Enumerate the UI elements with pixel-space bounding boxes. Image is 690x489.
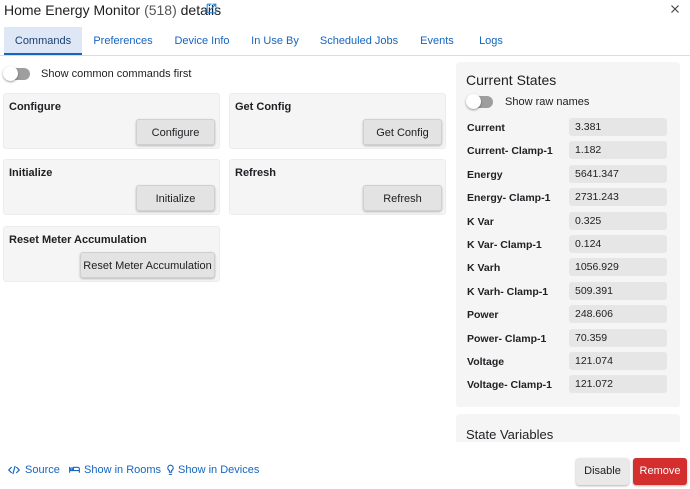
lightbulb-icon [167, 464, 174, 475]
tab-preferences[interactable]: Preferences [86, 27, 160, 55]
tab-logs[interactable]: Logs [470, 27, 512, 55]
close-icon[interactable] [668, 2, 682, 16]
state-value: 509.391 [569, 282, 667, 300]
show-in-rooms-link[interactable]: Show in Rooms [68, 463, 161, 477]
state-label: Power [467, 309, 499, 321]
state-label: Voltage [467, 356, 505, 368]
source-label: Source [25, 464, 60, 476]
tab-commands[interactable]: Commands [4, 27, 82, 55]
state-label: Current- Clamp-1 [467, 145, 553, 157]
show-in-devices-link[interactable]: Show in Devices [164, 463, 259, 477]
state-label: Power- Clamp-1 [467, 333, 547, 345]
tab-scheduled-jobs[interactable]: Scheduled Jobs [314, 27, 404, 55]
command-card-configure: Configure Configure [3, 93, 220, 149]
show-in-devices-label: Show in Devices [178, 464, 260, 476]
tab-in-use-by[interactable]: In Use By [246, 27, 304, 55]
remove-button[interactable]: Remove [633, 458, 687, 485]
state-variables-title: State Variables [466, 427, 554, 442]
state-label: Current [467, 122, 505, 134]
external-link-icon[interactable] [205, 2, 218, 15]
state-label: K Var- Clamp-1 [467, 239, 542, 251]
bed-icon [69, 466, 80, 473]
state-value: 1.182 [569, 141, 667, 159]
state-value: 121.072 [569, 375, 667, 393]
state-label: K Varh [467, 262, 501, 274]
command-title: Get Config [235, 101, 292, 113]
command-card-refresh: Refresh Refresh [229, 159, 446, 215]
tab-device-info[interactable]: Device Info [166, 27, 238, 55]
title-bar: Home Energy Monitor (518) details [0, 0, 690, 22]
refresh-button[interactable]: Refresh [363, 185, 442, 211]
get-config-button[interactable]: Get Config [363, 119, 442, 145]
command-card-initialize: Initialize Initialize [3, 159, 220, 215]
command-title: Initialize [9, 167, 53, 179]
state-value: 3.381 [569, 118, 667, 136]
command-title: Refresh [235, 167, 276, 179]
command-title: Reset Meter Accumulation [9, 234, 147, 246]
configure-button[interactable]: Configure [136, 119, 215, 145]
state-value: 70.359 [569, 329, 667, 347]
common-commands-label: Show common commands first [41, 68, 192, 80]
command-card-reset-meter: Reset Meter Accumulation Reset Meter Acc… [3, 226, 220, 282]
command-title: Configure [9, 101, 61, 113]
initialize-button[interactable]: Initialize [136, 185, 215, 211]
page-title: Home Energy Monitor (518) details [4, 2, 221, 18]
current-states-panel: Current States Show raw names Current 3.… [456, 62, 680, 407]
state-label: Energy [467, 169, 503, 181]
disable-button[interactable]: Disable [576, 458, 629, 485]
code-icon [7, 465, 21, 475]
raw-names-toggle[interactable] [466, 94, 493, 109]
current-states-title: Current States [466, 72, 557, 88]
tab-events[interactable]: Events [412, 27, 462, 55]
source-link[interactable]: Source [7, 463, 60, 477]
state-label: Energy- Clamp-1 [467, 192, 551, 204]
raw-names-label: Show raw names [505, 96, 590, 108]
tab-bar: Commands Preferences Device Info In Use … [0, 27, 690, 56]
state-variables-panel: State Variables [456, 414, 680, 442]
state-label: K Varh- Clamp-1 [467, 286, 549, 298]
common-commands-toggle[interactable] [3, 66, 30, 81]
state-label: Voltage- Clamp-1 [467, 379, 552, 391]
state-value: 5641.347 [569, 165, 667, 183]
state-value: 0.325 [569, 212, 667, 230]
command-card-get-config: Get Config Get Config [229, 93, 446, 149]
state-value: 121.074 [569, 352, 667, 370]
state-value: 0.124 [569, 235, 667, 253]
state-value: 1056.929 [569, 258, 667, 276]
show-in-rooms-label: Show in Rooms [84, 464, 162, 476]
state-label: K Var [467, 216, 494, 228]
device-id: (518) [144, 2, 177, 18]
reset-meter-accumulation-button[interactable]: Reset Meter Accumulation [80, 252, 215, 278]
device-name: Home Energy Monitor [4, 2, 141, 18]
footer: Source Show in Rooms Show in Devices Dis… [0, 453, 690, 489]
state-value: 248.606 [569, 305, 667, 323]
state-value: 2731.243 [569, 188, 667, 206]
